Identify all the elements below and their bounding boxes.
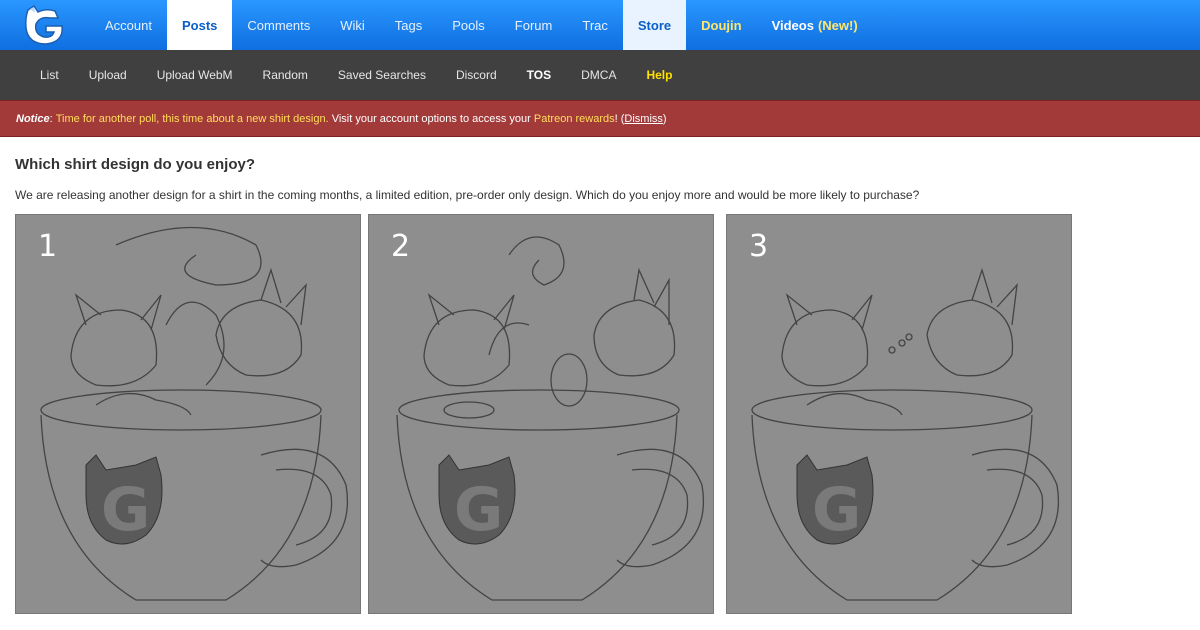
option-number: 1 bbox=[38, 229, 58, 264]
sub-navigation: List Upload Upload WebM Random Saved Sea… bbox=[0, 50, 1200, 100]
page-title: Which shirt design do you enjoy? bbox=[15, 156, 256, 173]
notice-middle-text: Visit your account options to access you… bbox=[328, 112, 534, 125]
top-navigation: Account Posts Comments Wiki Tags Pools F… bbox=[0, 0, 1200, 50]
notice-close-paren: ) bbox=[662, 112, 667, 125]
svg-text:G: G bbox=[812, 475, 861, 545]
nav-comments[interactable]: Comments bbox=[232, 0, 325, 50]
nav-trac[interactable]: Trac bbox=[567, 0, 623, 50]
nav-forum[interactable]: Forum bbox=[500, 0, 568, 50]
poll-link[interactable]: Time for another poll, this time about a… bbox=[56, 113, 329, 125]
new-badge: (New!) bbox=[817, 17, 858, 33]
subnav-upload[interactable]: Upload bbox=[74, 68, 142, 82]
cup-sketch-image: G bbox=[751, 267, 1059, 601]
design-option-2[interactable]: G 2 bbox=[368, 214, 714, 614]
nav-videos[interactable]: Videos (New!) bbox=[757, 0, 873, 50]
svg-text:G: G bbox=[101, 475, 150, 545]
nav-videos-label: Videos bbox=[771, 17, 814, 33]
dismiss-link[interactable]: Dismiss bbox=[624, 113, 663, 125]
subnav-tos[interactable]: TOS bbox=[512, 68, 566, 82]
option-number: 2 bbox=[391, 229, 411, 264]
subnav-dmca[interactable]: DMCA bbox=[566, 68, 631, 82]
svg-text:G: G bbox=[454, 475, 503, 545]
cup-sketch-image: G bbox=[396, 236, 704, 601]
g-cat-logo-icon bbox=[25, 4, 63, 45]
notice-end-text: ! ( bbox=[614, 112, 625, 125]
page-description: We are releasing another design for a sh… bbox=[15, 188, 920, 202]
design-option-1[interactable]: G 1 bbox=[15, 214, 361, 614]
nav-wiki[interactable]: Wiki bbox=[325, 0, 380, 50]
site-logo[interactable] bbox=[0, 0, 90, 50]
subnav-saved-searches[interactable]: Saved Searches bbox=[323, 68, 441, 82]
nav-posts[interactable]: Posts bbox=[166, 0, 233, 50]
subnav-random[interactable]: Random bbox=[248, 68, 323, 82]
design-option-3[interactable]: G 3 bbox=[726, 214, 1072, 614]
option-number: 3 bbox=[749, 229, 769, 264]
design-options: G 1 G 2 G 3 bbox=[15, 214, 1185, 614]
main-content: Which shirt design do you enjoy? We are … bbox=[0, 137, 1200, 614]
subnav-discord[interactable]: Discord bbox=[441, 68, 512, 82]
nav-doujin[interactable]: Doujin bbox=[686, 0, 756, 50]
notice-banner: Notice: Time for another poll, this time… bbox=[0, 100, 1200, 137]
patreon-link[interactable]: Patreon rewards bbox=[534, 113, 615, 125]
subnav-list[interactable]: List bbox=[25, 68, 74, 82]
nav-account[interactable]: Account bbox=[90, 0, 167, 50]
notice-label: Notice bbox=[16, 112, 50, 125]
nav-tags[interactable]: Tags bbox=[380, 0, 437, 50]
nav-pools[interactable]: Pools bbox=[437, 0, 500, 50]
cup-sketch-image: G bbox=[40, 226, 348, 601]
subnav-upload-webm[interactable]: Upload WebM bbox=[142, 68, 248, 82]
subnav-help[interactable]: Help bbox=[631, 68, 687, 82]
nav-store[interactable]: Store bbox=[622, 0, 687, 50]
